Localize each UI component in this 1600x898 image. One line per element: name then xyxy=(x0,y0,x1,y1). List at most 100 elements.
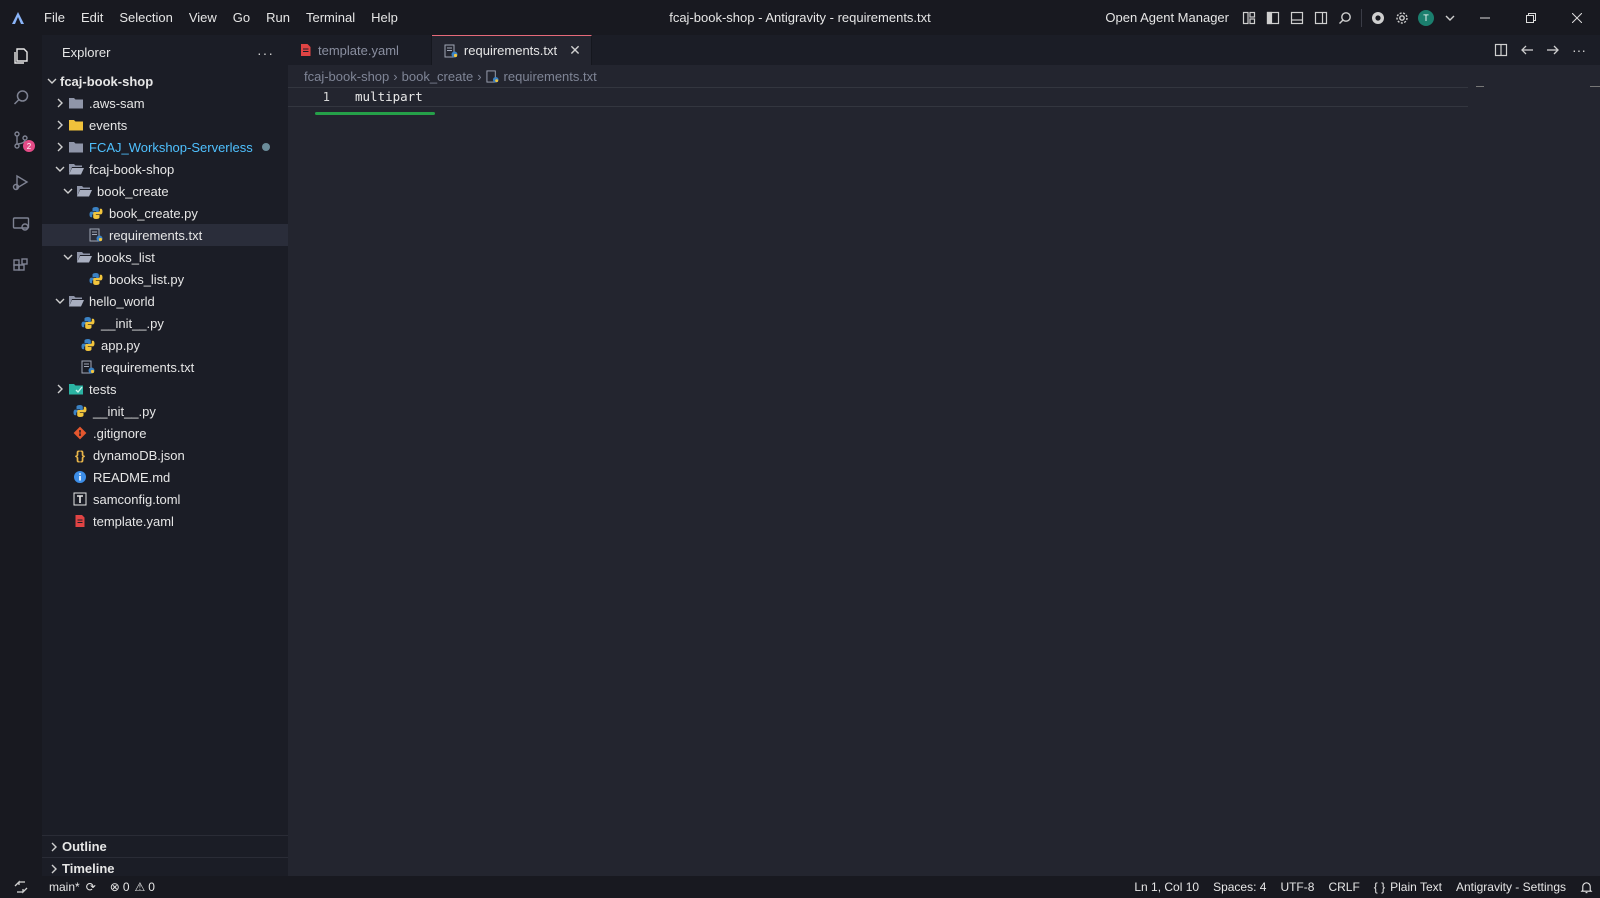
requirements-file-icon xyxy=(80,359,96,375)
tree-item-events[interactable]: events xyxy=(42,114,288,136)
menu-help[interactable]: Help xyxy=(363,0,406,35)
tree-item-hello-init-py[interactable]: __init__.py xyxy=(42,312,288,334)
tree-item-hello-world[interactable]: hello_world xyxy=(42,290,288,312)
close-icon[interactable]: ✕ xyxy=(569,42,581,59)
status-bar: main* ⟳ ⊗ 0 ⚠ 0 Ln 1, Col 10 Spaces: 4 U… xyxy=(0,876,1600,898)
menu-terminal[interactable]: Terminal xyxy=(298,0,363,35)
search-icon[interactable] xyxy=(1333,0,1357,35)
toggle-secondary-sidebar-icon[interactable] xyxy=(1309,0,1333,35)
modified-indicator xyxy=(262,143,270,151)
tree-item-tests[interactable]: tests xyxy=(42,378,288,400)
split-editor-icon[interactable] xyxy=(1488,35,1514,65)
python-file-icon xyxy=(72,403,88,419)
menu-run[interactable]: Run xyxy=(258,0,298,35)
breadcrumb-item[interactable]: requirements.txt xyxy=(504,69,597,84)
breadcrumb-item[interactable]: book_create xyxy=(402,69,474,84)
remote-explorer-icon[interactable] xyxy=(0,203,42,245)
chrome-icon[interactable] xyxy=(1366,0,1390,35)
python-file-icon xyxy=(88,271,104,287)
tab-requirements-txt[interactable]: requirements.txt ✕ xyxy=(431,35,592,65)
chevron-down-icon xyxy=(52,164,68,174)
tree-item-readme-md[interactable]: README.md xyxy=(42,466,288,488)
tree-item-template-yaml[interactable]: template.yaml xyxy=(42,510,288,532)
source-control-icon[interactable]: 2 xyxy=(0,119,42,161)
editor-area[interactable]: fcaj-book-shop › book_create › requireme… xyxy=(288,65,1600,876)
tree-item-aws-sam[interactable]: .aws-sam xyxy=(42,92,288,114)
title-bar-actions: Open Agent Manager T xyxy=(1105,0,1600,35)
account-avatar[interactable]: T xyxy=(1414,0,1438,35)
menu-selection[interactable]: Selection xyxy=(111,0,180,35)
search-sidebar-icon[interactable] xyxy=(0,77,42,119)
minimize-icon[interactable] xyxy=(1462,0,1508,35)
tree-item-hello-requirements-txt[interactable]: requirements.txt xyxy=(42,356,288,378)
explorer-icon[interactable] xyxy=(0,35,42,77)
editor-tab-bar: template.yaml requirements.txt ✕ ··· xyxy=(288,35,1600,65)
tree-item-book-create[interactable]: book_create xyxy=(42,180,288,202)
tree-item-book-create-py[interactable]: book_create.py xyxy=(42,202,288,224)
tree-item-label: template.yaml xyxy=(93,513,174,529)
close-window-icon[interactable] xyxy=(1554,0,1600,35)
problems-status[interactable]: ⊗ 0 ⚠ 0 xyxy=(103,876,162,898)
code-line[interactable]: 1 multipart xyxy=(288,87,1468,107)
tab-label: requirements.txt xyxy=(463,43,558,58)
go-back-icon[interactable] xyxy=(1514,35,1540,65)
sync-icon[interactable]: ⟳ xyxy=(86,880,96,894)
remote-indicator-icon[interactable] xyxy=(0,876,42,898)
tree-item-dynamodb-json[interactable]: {} dynamoDB.json xyxy=(42,444,288,466)
breadcrumb-item[interactable]: fcaj-book-shop xyxy=(304,69,389,84)
settings-gear-icon[interactable] xyxy=(1390,0,1414,35)
line-number: 1 xyxy=(322,90,330,104)
tree-item-requirements-txt-selected[interactable]: requirements.txt xyxy=(42,224,288,246)
braces-icon: { } xyxy=(1373,880,1386,894)
toolbar-separator xyxy=(1361,8,1362,27)
explorer-root-folder[interactable]: fcaj-book-shop xyxy=(42,70,288,92)
tree-item-label: events xyxy=(89,117,128,133)
more-actions-icon[interactable]: ··· xyxy=(257,45,274,61)
open-agent-manager-button[interactable]: Open Agent Manager xyxy=(1105,10,1229,25)
folder-open-icon xyxy=(76,183,92,199)
chevron-down-icon[interactable] xyxy=(1438,0,1462,35)
git-branch-status[interactable]: main* ⟳ xyxy=(42,876,103,898)
chevron-right-icon: › xyxy=(477,68,482,84)
menu-edit[interactable]: Edit xyxy=(73,0,111,35)
python-file-icon xyxy=(80,315,96,331)
code-text[interactable]: multipart xyxy=(355,88,423,106)
more-actions-icon[interactable]: ··· xyxy=(1566,35,1592,65)
tree-item-label: books_list.py xyxy=(109,271,185,287)
tree-item-fcaj-workshop-serverless[interactable]: FCAJ_Workshop-Serverless xyxy=(42,136,288,158)
chevron-down-icon xyxy=(60,252,76,262)
tab-template-yaml[interactable]: template.yaml xyxy=(288,35,432,65)
extensions-icon[interactable] xyxy=(0,245,42,287)
eol-status[interactable]: CRLF xyxy=(1321,876,1366,898)
timeline-label: Timeline xyxy=(62,861,115,876)
cursor-position[interactable]: Ln 1, Col 10 xyxy=(1127,876,1206,898)
tree-item-label: samconfig.toml xyxy=(93,491,181,507)
run-debug-icon[interactable] xyxy=(0,161,42,203)
menu-view[interactable]: View xyxy=(181,0,225,35)
title-bar: File Edit Selection View Go Run Terminal… xyxy=(0,0,1600,35)
customize-layout-icon[interactable] xyxy=(1237,0,1261,35)
restore-icon[interactable] xyxy=(1508,0,1554,35)
folder-open-icon xyxy=(76,249,92,265)
tree-item-samconfig-toml[interactable]: samconfig.toml xyxy=(42,488,288,510)
settings-status[interactable]: Antigravity - Settings xyxy=(1449,876,1573,898)
tree-item-label: book_create xyxy=(97,183,169,199)
tree-item-gitignore[interactable]: .gitignore xyxy=(42,422,288,444)
go-forward-icon[interactable] xyxy=(1540,35,1566,65)
tree-item-fcaj-book-shop[interactable]: fcaj-book-shop xyxy=(42,158,288,180)
tree-item-label: __init__.py xyxy=(93,403,156,419)
tree-item-app-py[interactable]: app.py xyxy=(42,334,288,356)
outline-section-header[interactable]: Outline xyxy=(42,835,288,857)
menu-go[interactable]: Go xyxy=(225,0,258,35)
toggle-primary-sidebar-icon[interactable] xyxy=(1261,0,1285,35)
tree-item-books-list-py[interactable]: books_list.py xyxy=(42,268,288,290)
tree-item-books-list[interactable]: books_list xyxy=(42,246,288,268)
tree-item-root-init-py[interactable]: __init__.py xyxy=(42,400,288,422)
toggle-panel-icon[interactable] xyxy=(1285,0,1309,35)
breadcrumb: fcaj-book-shop › book_create › requireme… xyxy=(288,65,1600,87)
indentation-status[interactable]: Spaces: 4 xyxy=(1206,876,1273,898)
language-mode[interactable]: { } Plain Text xyxy=(1367,876,1449,898)
menu-file[interactable]: File xyxy=(36,0,73,35)
encoding-status[interactable]: UTF-8 xyxy=(1273,876,1321,898)
notifications-bell-icon[interactable] xyxy=(1573,876,1600,898)
